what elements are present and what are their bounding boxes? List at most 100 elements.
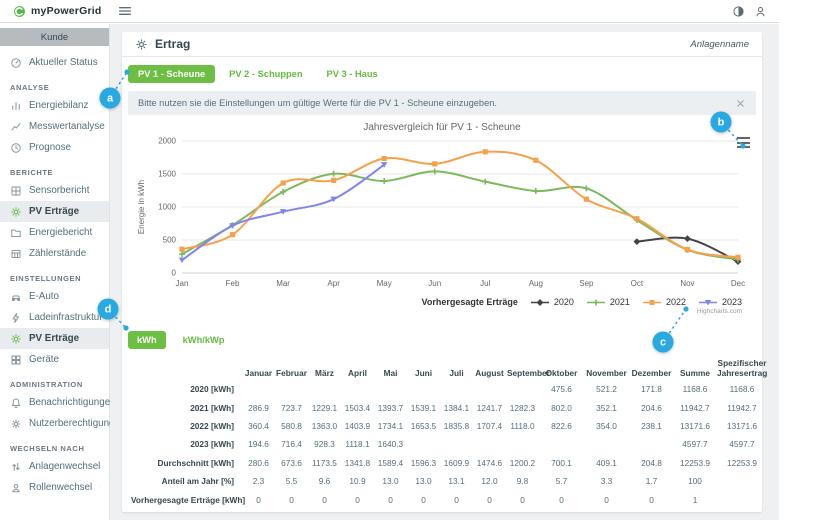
svg-text:1000: 1000 [158,203,176,212]
table-cell: 194.6 [242,435,275,453]
sun-icon [10,206,22,218]
hamburger-icon[interactable] [117,3,133,19]
sidebar-item-energiebilanz[interactable]: Energiebilanz [0,95,109,116]
chart-menu-icon[interactable] [737,137,750,148]
annotation-balloon-a[interactable]: a [100,88,121,109]
table-cell: 12253.9 [674,454,716,472]
contrast-icon[interactable] [732,5,745,18]
chart-legend: Vorhergesagte Erträge 2020 2021 2022 2023 [128,297,756,307]
close-icon[interactable] [735,98,746,109]
sidebar-item-anlagenwechsel[interactable]: Anlagenwechsel [0,456,109,477]
devices-icon [10,354,22,366]
table-row: 2020 [kWh]475.6521.2171.81168.61168.6 [130,380,768,398]
table-cell: 1118.0 [506,417,539,435]
annotation-balloon-c[interactable]: c [653,332,674,353]
unit-button-kwh-kwp[interactable]: kWh/kWp [174,331,234,349]
annotation-balloon-d[interactable]: d [98,299,119,320]
tab-pv-3-haus[interactable]: PV 3 - Haus [317,65,388,83]
bell-icon [10,397,22,409]
row-label: 2020 [kWh] [130,380,242,398]
row-label: Vorhergesagte Erträge [kWh] [130,490,242,508]
table-cell: 280.6 [242,454,275,472]
chart-title: Jahresvergleich für PV 1 - Scheune [128,119,756,133]
folder-icon [10,227,22,239]
tab-pv-1-scheune[interactable]: PV 1 - Scheune [128,65,215,83]
sidebar-item-sensorbericht[interactable]: Sensorbericht [0,180,109,201]
sidebar-item-pv-ertr-ge[interactable]: PV Erträge [0,328,109,349]
table-cell: 0 [473,490,506,508]
sidebar-item-label: Aktueller Status [29,57,98,68]
annotation-balloon-b[interactable]: b [711,112,732,133]
sidebar-item-z-hlerst-nde[interactable]: Zählerstände [0,243,109,264]
table-row: Durchschnitt [kWh]280.6673.61173.51341.8… [130,454,768,472]
sidebar-item-label: Ladeinfrastruktur [29,312,103,323]
sidebar-item-benachrichtigungen[interactable]: Benachrichtigungen [0,392,109,413]
sidebar-item-nutzerberechtigungen[interactable]: Nutzerberechtigungen [0,413,109,434]
table-cell: 0 [374,490,407,508]
table-cell: 1474.6 [473,454,506,472]
table-cell: 1640.3 [374,435,407,453]
sidebar-item-label: PV Erträge [29,333,79,344]
sidebar-item-ger-te[interactable]: Geräte [0,349,109,370]
table-cell: 10.9 [341,472,374,490]
legend-title: Vorhergesagte Erträge [422,297,518,307]
legend-item-2022[interactable]: 2022 [642,297,686,307]
sidebar-item-label: Energiebilanz [29,100,88,111]
unit-button-kwh[interactable]: kWh [128,331,166,349]
table-cell: 0 [407,490,440,508]
highcharts-credit: Highcharts.com [128,308,756,315]
column-header: März [308,357,341,380]
tab-pv-2-schuppen[interactable]: PV 2 - Schuppen [219,65,312,83]
sidebar-item-pv-ertr-ge[interactable]: PV Erträge [0,201,109,222]
table-cell: 100 [674,472,716,490]
sidebar-item-label: Geräte [29,354,59,365]
table-cell: 0 [629,490,674,508]
legend-item-2020[interactable]: 2020 [530,297,574,307]
table-cell: 475.6 [539,380,584,398]
column-header: August [473,357,506,380]
lightning-icon [10,312,22,324]
legend-item-2023[interactable]: 2023 [698,297,742,307]
legend-item-2021[interactable]: 2021 [586,297,630,307]
sidebar-item-messwertanalyse[interactable]: Messwertanalyse [0,116,109,137]
table-cell: 0 [584,490,629,508]
sidebar-item-rollenwechsel[interactable]: Rollenwechsel [0,477,109,498]
svg-text:Energie in kWh: Energie in kWh [137,180,146,234]
table-cell: 1734.1 [374,417,407,435]
sidebar-item-prognose[interactable]: Prognose [0,137,109,158]
table-cell: 1596.3 [407,454,440,472]
sidebar-section-header: EINSTELLUNGEN [0,264,109,286]
car-icon [10,291,22,303]
table-cell [440,435,473,453]
sidebar-item-ladeinfrastruktur[interactable]: Ladeinfrastruktur [0,307,109,328]
column-header: September [506,357,539,380]
table-cell: 13171.6 [716,417,768,435]
table-cell [407,380,440,398]
table-cell [506,435,539,453]
table-cell: 12253.9 [716,454,768,472]
user-icon[interactable] [754,5,767,18]
sun-icon [135,38,148,51]
row-label: 2023 [kWh] [130,435,242,453]
sidebar-item-e-auto[interactable]: E-Auto [0,286,109,307]
svg-text:Apr: Apr [327,279,340,288]
table-cell [716,472,768,490]
role-icon [10,482,22,494]
content-area: Ertrag Anlagenname PV 1 - ScheunePV 2 - … [110,24,779,520]
table-cell: 1393.7 [374,398,407,416]
topbar-actions [732,5,779,18]
table-cell: 802.0 [539,398,584,416]
table-cell: 1341.8 [341,454,374,472]
svg-text:Feb: Feb [226,279,240,288]
chevron-down-icon [99,483,101,492]
svg-text:Dec: Dec [731,279,745,288]
legend-item-label: 2023 [722,297,742,307]
sidebar-item-aktueller-status[interactable]: Aktueller Status [0,52,109,73]
sidebar-item-energiebericht[interactable]: Energiebericht [0,222,109,243]
svg-text:2000: 2000 [158,137,176,146]
svg-text:Sep: Sep [579,279,594,288]
table-cell: 5.7 [539,472,584,490]
sidebar-section-header: BERICHTE [0,158,109,180]
table-cell: 1384.1 [440,398,473,416]
table-cell [242,380,275,398]
